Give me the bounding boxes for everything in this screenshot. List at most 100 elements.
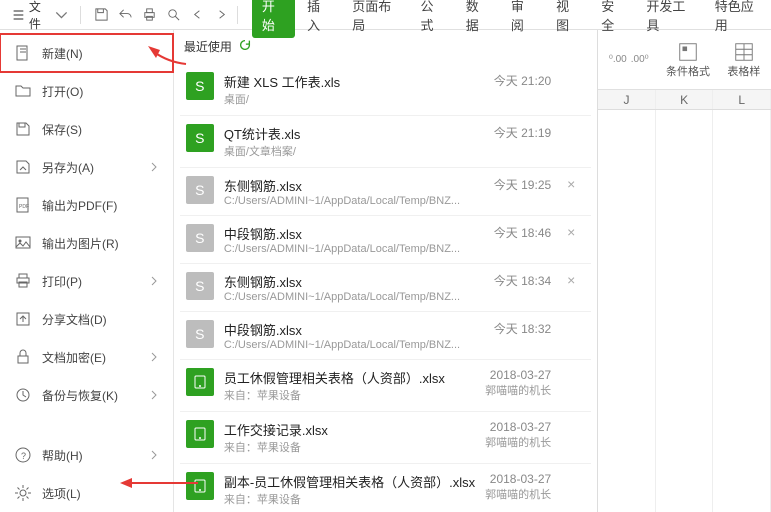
sidebar-item-label: 选项(L) [42,485,81,502]
chevron-right-icon [149,162,159,172]
sidebar-item-share[interactable]: 分享文档(D) [0,300,173,338]
file-owner: 郭喵喵的机长 [485,434,551,450]
file-meta: 2018-03-27郭喵喵的机长 [485,472,551,502]
sidebar-item-label: 保存(S) [42,121,82,138]
recent-file-item[interactable]: S 新建 XLS 工作表.xls桌面/今天 21:20 [180,64,591,116]
file-name: 东侧钢筋.xlsx [224,176,484,195]
remove-file-button[interactable]: × [567,272,585,288]
file-name: 新建 XLS 工作表.xls [224,72,484,91]
redo-dropdown[interactable] [211,4,233,26]
backup-icon [14,386,32,404]
lock-icon [14,348,32,366]
chevron-right-icon [149,352,159,362]
top-toolbar: 文件 开始插入页面布局公式数据审阅视图安全开发工具特色应用 [0,0,771,30]
sidebar-item-save[interactable]: 保存(S) [0,110,173,148]
file-meta: 2018-03-27郭喵喵的机长 [485,368,551,398]
file-type-icon [186,472,214,500]
file-menu-button[interactable]: 文件 [4,3,76,27]
ribbon-right-group: ⁰.00 .00⁰ 条件格式 表格样 [598,30,771,90]
file-path: 桌面/文章档案/ [224,143,484,159]
file-body: 东侧钢筋.xlsxC:/Users/ADMINI~1/AppData/Local… [224,176,484,207]
recent-file-item[interactable]: S 东侧钢筋.xlsxC:/Users/ADMINI~1/AppData/Loca… [180,168,591,216]
file-path: C:/Users/ADMINI~1/AppData/Local/Temp/BNZ… [224,195,484,207]
recent-file-item[interactable]: 副本-员工休假管理相关表格（人资部）.xlsx来自：苹果设备 2018-03-27… [180,464,591,512]
conditional-format-button[interactable]: 条件格式 [666,41,710,79]
sidebar-item-help[interactable]: ?帮助(H) [0,436,173,474]
file-body: 工作交接记录.xlsx来自：苹果设备 [224,420,475,455]
sidebar-item-label: 分享文档(D) [42,311,107,328]
undo-dropdown[interactable] [187,4,209,26]
recent-file-item[interactable]: 员工休假管理相关表格（人资部）.xlsx来自：苹果设备2018-03-27郭喵喵… [180,360,591,412]
file-type-icon: S [186,176,214,204]
sidebar-item-pdf[interactable]: PDF输出为PDF(F) [0,186,173,224]
sidebar-item-open[interactable]: 打开(O) [0,72,173,110]
sidebar-item-label: 另存为(A) [42,159,94,176]
file-path: 来自：苹果设备 [224,491,475,507]
table-format-button[interactable]: 表格样 [727,41,760,79]
column[interactable] [713,110,771,512]
file-body: 中段钢筋.xlsxC:/Users/ADMINI~1/AppData/Local… [224,224,484,255]
refresh-button[interactable] [238,38,252,55]
quick-access-toolbar [91,4,233,26]
column-header[interactable]: K [656,90,714,109]
sidebar-item-lock[interactable]: 文档加密(E) [0,338,173,376]
file-body: 新建 XLS 工作表.xls桌面/ [224,72,484,107]
recent-file-item[interactable]: 工作交接记录.xlsx来自：苹果设备 2018-03-27郭喵喵的机长 [180,412,591,464]
sidebar-item-label: 输出为PDF(F) [42,197,117,214]
sidebar-item-new-file[interactable]: 新建(N) [0,34,173,72]
sidebar-item-label: 备份与恢复(K) [42,387,118,404]
file-time: 2018-03-27 [485,420,551,434]
preview-button[interactable] [163,4,185,26]
recent-file-item[interactable]: S中段钢筋.xlsxC:/Users/ADMINI~1/AppData/Loca… [180,312,591,360]
file-type-icon: S [186,72,214,100]
sidebar-item-image[interactable]: 输出为图片(R) [0,224,173,262]
file-owner: 郭喵喵的机长 [485,382,551,398]
recent-files-title: 最近使用 [184,38,232,55]
conditional-format-label: 条件格式 [666,63,710,79]
file-body: 东侧钢筋.xlsxC:/Users/ADMINI~1/AppData/Local… [224,272,484,303]
print-quick-button[interactable] [139,4,161,26]
file-path: 来自：苹果设备 [224,439,475,455]
sidebar-item-label: 打印(P) [42,273,82,290]
file-body: 副本-员工休假管理相关表格（人资部）.xlsx来自：苹果设备 [224,472,475,507]
recent-file-item[interactable]: SQT统计表.xls桌面/文章档案/今天 21:19 [180,116,591,168]
sidebar-item-print[interactable]: 打印(P) [0,262,173,300]
table-format-icon [733,41,755,63]
cells-area[interactable] [598,110,771,512]
file-type-icon: S [186,124,214,152]
increase-decimal-icon[interactable]: ⁰.00 [609,54,627,65]
remove-file-button[interactable]: × [567,224,585,240]
recent-files-header: 最近使用 [174,30,597,64]
decrease-decimal-icon[interactable]: .00⁰ [631,54,649,65]
recent-files-list: S 新建 XLS 工作表.xls桌面/今天 21:20 SQT统计表.xls桌面/文… [174,64,597,512]
file-time: 2018-03-27 [485,368,551,382]
recent-file-item[interactable]: S中段钢筋.xlsxC:/Users/ADMINI~1/AppData/Loca… [180,216,591,264]
file-meta: 2018-03-27郭喵喵的机长 [485,420,551,450]
save-quick-button[interactable] [91,4,113,26]
sidebar-item-gear[interactable]: 选项(L) [0,474,173,512]
file-name: 东侧钢筋.xlsx [224,272,484,291]
chevron-right-icon [149,276,159,286]
file-name: 中段钢筋.xlsx [224,224,484,243]
column-header[interactable]: J [598,90,656,109]
file-time: 今天 18:46 [494,224,551,241]
file-meta: 今天 21:19 [494,124,551,141]
file-owner: 郭喵喵的机长 [485,486,551,502]
file-type-icon: S [186,320,214,348]
file-menu-sidebar: 新建(N) 打开(O) 保存(S) 另存为(A) PDF输出为PDF(F) 输出为图片(R… [0,30,174,512]
file-meta: 今天 21:20 [494,72,551,89]
main-area: 新建(N) 打开(O) 保存(S) 另存为(A) PDF输出为PDF(F) 输出为图片(R… [0,30,771,512]
file-time: 2018-03-27 [485,472,551,486]
column[interactable] [598,110,656,512]
undo-button[interactable] [115,4,137,26]
file-type-icon [186,368,214,396]
sidebar-item-save-as[interactable]: 另存为(A) [0,148,173,186]
sidebar-item-backup[interactable]: 备份与恢复(K) [0,376,173,414]
sidebar-item-label: 新建(N) [42,45,83,62]
column-header[interactable]: L [713,90,771,109]
spreadsheet-grid: ⁰.00 .00⁰ 条件格式 表格样 JKL [597,30,771,512]
column[interactable] [656,110,714,512]
recent-file-item[interactable]: S东侧钢筋.xlsxC:/Users/ADMINI~1/AppData/Loca… [180,264,591,312]
remove-file-button[interactable]: × [567,176,585,192]
sidebar-item-label: 输出为图片(R) [42,235,119,252]
